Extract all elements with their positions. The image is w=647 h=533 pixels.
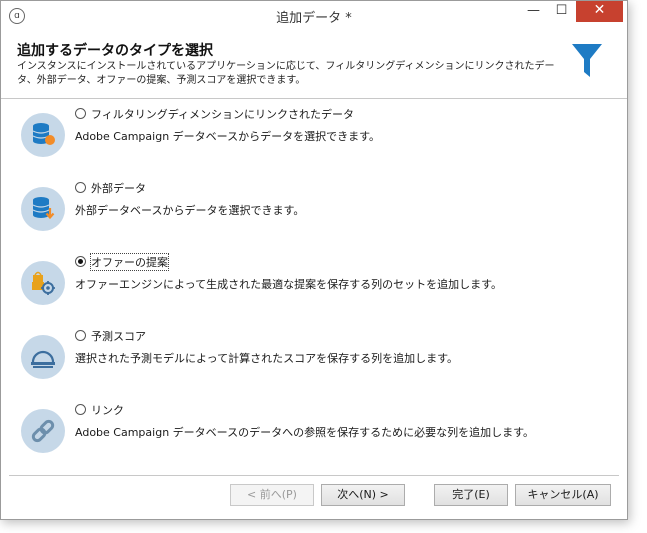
option-predictive-score[interactable]: 予測スコア 選択された予測モデルによって計算されたスコアを保存する列を追加します… <box>17 329 607 389</box>
option-description: オファーエンジンによって生成された最適な提案を保存する列のセットを追加します。 <box>75 278 503 291</box>
finish-button[interactable]: 完了(E) <box>434 484 508 506</box>
link-icon <box>21 409 65 453</box>
option-label[interactable]: 外部データ <box>91 180 146 196</box>
option-description: Adobe Campaign データベースからデータを選択できます。 <box>75 130 381 143</box>
offer-icon <box>21 261 65 305</box>
next-button[interactable]: 次へ(N) > <box>321 484 405 506</box>
wizard-header: 追加するデータのタイプを選択 インスタンスにインストールされているアプリケーショ… <box>1 32 627 98</box>
page-description: インスタンスにインストールされているアプリケーションに応じて、フィルタリングディ… <box>17 61 555 86</box>
option-label[interactable]: リンク <box>91 402 124 418</box>
option-external-data[interactable]: 外部データ 外部データベースからデータを選択できます。 <box>17 181 607 241</box>
option-filtering-dimension-data[interactable]: フィルタリングディメンションにリンクされたデータ Adobe Campaign … <box>17 107 607 167</box>
option-offer-proposal[interactable]: オファーの提案 オファーエンジンによって生成された最適な提案を保存する列のセット… <box>17 253 607 315</box>
back-button[interactable]: < 前へ(P) <box>230 484 314 506</box>
option-label[interactable]: オファーの提案 <box>90 253 169 271</box>
maximize-button[interactable]: ☐ <box>548 1 575 22</box>
dialog-window: ɑ 追加データ * — ☐ ✕ 追加するデータのタイプを選択 インスタンスにイン… <box>0 0 628 520</box>
radio-filtering-dimension-data[interactable] <box>75 108 86 119</box>
radio-predictive-score[interactable] <box>75 330 86 341</box>
option-label[interactable]: 予測スコア <box>91 328 146 344</box>
page-title: 追加するデータのタイプを選択 <box>17 43 213 59</box>
option-description: 外部データベースからデータを選択できます。 <box>75 204 305 217</box>
option-description: 選択された予測モデルによって計算されたスコアを保存する列を追加します。 <box>75 352 459 365</box>
titlebar[interactable]: ɑ 追加データ * — ☐ ✕ <box>1 1 627 32</box>
score-icon <box>21 335 65 379</box>
footer-divider <box>9 475 619 476</box>
radio-link[interactable] <box>75 404 86 415</box>
option-description: Adobe Campaign データベースのデータへの参照を保存するために必要な… <box>75 426 535 439</box>
option-link[interactable]: リンク Adobe Campaign データベースのデータへの参照を保存するため… <box>17 403 607 463</box>
cancel-button[interactable]: キャンセル(A) <box>515 484 611 506</box>
minimize-button[interactable]: — <box>520 1 547 22</box>
close-button[interactable]: ✕ <box>576 1 623 22</box>
option-label[interactable]: フィルタリングディメンションにリンクされたデータ <box>91 106 354 122</box>
filter-icon <box>572 44 602 77</box>
radio-offer-proposal[interactable] <box>75 256 86 267</box>
external-database-icon <box>21 187 65 231</box>
database-icon <box>21 113 65 157</box>
radio-external-data[interactable] <box>75 182 86 193</box>
header-divider <box>1 98 627 99</box>
